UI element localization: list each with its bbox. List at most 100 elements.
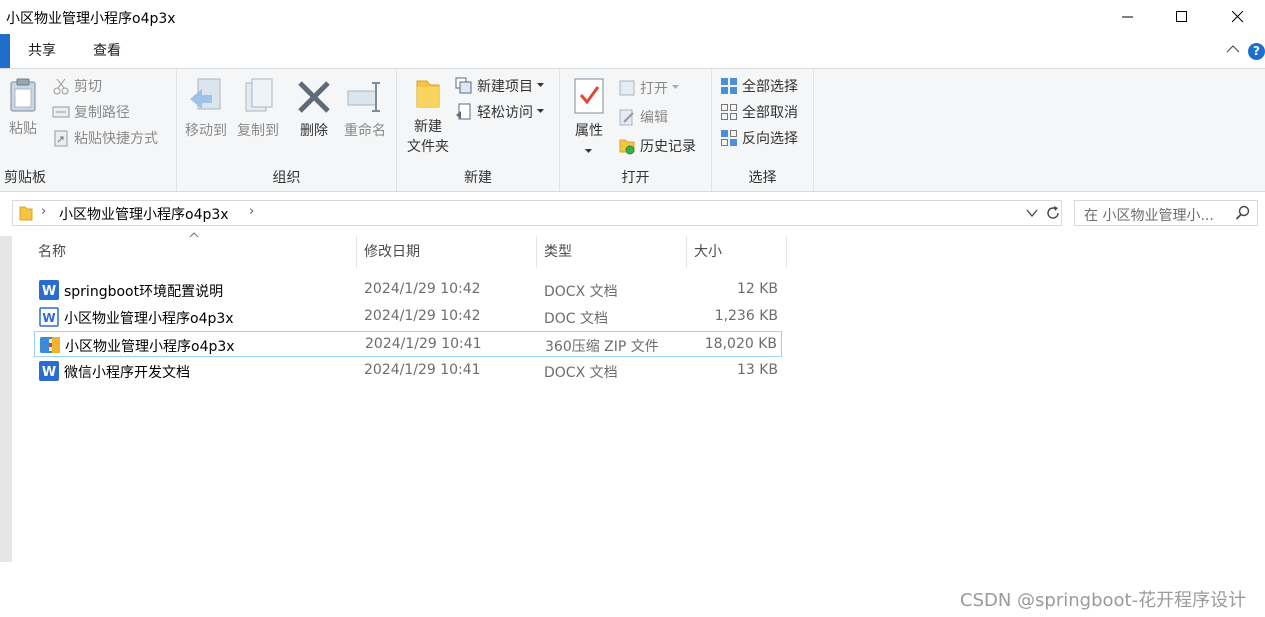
group-label-new: 新建 [464,170,492,186]
close-button[interactable] [1211,0,1265,34]
window-title: 小区物业管理小程序o4p3x [6,11,176,27]
history-label: 历史记录 [640,139,696,155]
tab-view[interactable]: 查看 [93,34,121,68]
open-icon [619,80,635,96]
file-type: DOCX 文档 [544,365,618,381]
navigation-pane-scrollbar[interactable] [0,236,12,562]
rename-button[interactable]: 重命名 [339,77,391,141]
zip-archive-icon [40,337,60,353]
history-button[interactable]: 历史记录 [618,135,696,157]
invert-selection-button[interactable]: 反向选择 [720,127,798,149]
address-bar[interactable]: › 小区物业管理小程序o4p3x › [12,200,1062,226]
breadcrumb-chevron-icon[interactable]: › [249,204,254,219]
rename-icon [347,82,380,112]
file-type: 360压缩 ZIP 文件 [545,339,659,355]
paste-shortcut-button[interactable]: 粘贴快捷方式 [52,127,158,149]
file-row[interactable]: W 微信小程序开发文档 2024/1/29 10:41 DOCX 文档 13 K… [34,358,782,384]
file-size: 13 KB [736,362,778,378]
open-button[interactable]: 打开 [618,77,680,99]
file-size: 12 KB [736,281,778,297]
search-input[interactable]: 在 小区物业管理小... [1084,205,1224,225]
file-row[interactable]: W 小区物业管理小程序o4p3x 2024/1/29 10:42 DOC 文档 … [34,304,782,330]
paste-shortcut-icon [54,130,68,147]
file-name: 小区物业管理小程序o4p3x [65,339,235,355]
file-type: DOCX 文档 [544,284,618,300]
file-date: 2024/1/29 10:42 [364,281,481,297]
copy-to-button[interactable]: 复制到 [233,77,283,141]
file-row[interactable]: W springboot环境配置说明 2024/1/29 10:42 DOCX … [34,277,782,303]
group-label-open: 打开 [621,170,650,186]
group-select: 全部选择 全部取消 反向选择 选择 [712,69,814,191]
chevron-down-icon [672,85,679,89]
breadcrumb-chevron-icon[interactable]: › [41,204,46,219]
move-to-button[interactable]: 移动到 [181,77,231,141]
file-type: DOC 文档 [544,311,609,327]
easy-access-label: 轻松访问 [477,105,533,121]
copy-path-icon [52,106,70,118]
select-none-button[interactable]: 全部取消 [720,101,798,123]
move-to-icon [190,78,221,110]
column-header-date[interactable]: 修改日期 [356,236,537,268]
group-organize: 移动到 复制到 删除 重命名 组织 [177,69,397,191]
file-date: 2024/1/29 10:41 [365,336,482,352]
search-box[interactable]: 在 小区物业管理小... [1074,200,1258,226]
minimize-icon [1122,16,1133,18]
file-size: 1,236 KB [714,308,778,324]
ribbon: 粘贴 剪切 复制路径 粘贴快捷方式 剪贴板 移动到 复制到 删除 重命名 组织 … [0,68,1265,192]
minimize-button[interactable] [1101,0,1155,34]
file-size: 18,020 KB [704,336,777,352]
chevron-down-icon [537,83,544,87]
new-item-button[interactable]: 新建项目 [455,75,545,97]
svg-text:W: W [42,365,56,380]
title-bar: 小区物业管理小程序o4p3x [0,0,1265,34]
select-all-label: 全部选择 [742,79,798,95]
history-icon [619,139,635,155]
open-label: 打开 [640,81,668,97]
tab-share[interactable]: 共享 [28,34,56,68]
properties-button[interactable]: 属性 [566,77,612,161]
group-open: 属性 打开 编辑 历史记录 打开 [560,69,712,191]
rename-label: 重命名 [344,123,386,139]
folder-icon [19,206,33,221]
search-icon[interactable] [1235,205,1251,221]
copy-to-icon [245,78,273,112]
scissors-icon [53,78,69,95]
edit-button[interactable]: 编辑 [618,106,668,128]
select-all-button[interactable]: 全部选择 [720,75,798,97]
edit-icon [619,109,634,126]
column-header-type[interactable]: 类型 [536,236,687,268]
new-item-label: 新建项目 [477,79,533,95]
file-date: 2024/1/29 10:42 [364,308,481,324]
copy-path-button[interactable]: 复制路径 [52,101,130,123]
paste-button[interactable]: 粘贴 [4,77,42,139]
breadcrumb-current-folder[interactable]: 小区物业管理小程序o4p3x [59,204,229,224]
group-label-organize: 组织 [272,170,301,186]
invert-selection-label: 反向选择 [742,131,798,147]
cut-label: 剪切 [74,79,102,95]
chevron-down-icon [537,109,544,113]
paste-shortcut-label: 粘贴快捷方式 [74,131,158,147]
new-item-icon [455,77,472,94]
group-clipboard: 粘贴 剪切 复制路径 粘贴快捷方式 剪贴板 [0,69,177,191]
address-history-chevron-down-icon[interactable] [1025,206,1039,220]
new-folder-button[interactable]: 新建 文件夹 [401,77,455,157]
column-header-size[interactable]: 大小 [686,236,787,268]
select-none-icon [721,104,737,120]
refresh-icon[interactable] [1044,204,1062,222]
file-row-selected[interactable]: 小区物业管理小程序o4p3x 2024/1/29 10:41 360压缩 ZIP… [34,331,782,357]
file-date: 2024/1/29 10:41 [364,362,481,378]
collapse-ribbon-icon[interactable] [1226,44,1240,54]
properties-label: 属性 [575,123,603,139]
easy-access-button[interactable]: 轻松访问 [455,101,545,123]
maximize-button[interactable] [1155,0,1209,34]
group-label-select: 选择 [748,170,777,186]
delete-label: 删除 [300,123,328,139]
delete-button[interactable]: 删除 [291,77,337,141]
column-header-name[interactable]: 名称 [30,236,357,268]
copy-to-label: 复制到 [237,123,279,139]
chevron-down-icon [585,149,592,153]
new-folder-label-1: 新建 [414,119,442,135]
cut-button[interactable]: 剪切 [52,75,102,97]
tab-file[interactable] [0,34,10,68]
help-icon[interactable]: ? [1248,43,1265,60]
